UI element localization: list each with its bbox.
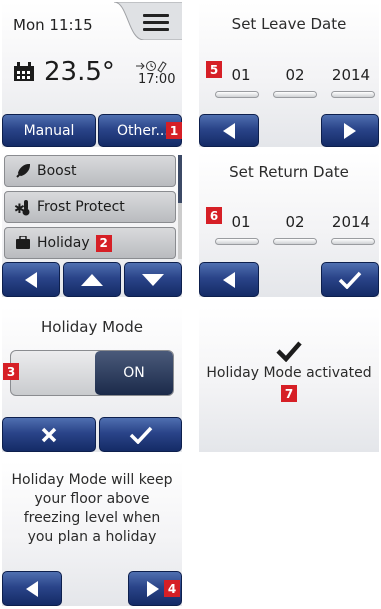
arrow-left-icon <box>26 580 38 597</box>
checkmark-icon <box>129 426 152 444</box>
toggle-state-label: ON <box>123 365 145 381</box>
arrow-left-icon <box>223 122 235 139</box>
menu-screen: Boost ✱ Frost Protect Holiday 2 <box>2 152 182 297</box>
menu-item-holiday[interactable]: Holiday 2 <box>4 227 176 259</box>
month-underline <box>273 91 317 98</box>
screen-title: Holiday Mode <box>40 318 144 336</box>
checkmark-icon <box>276 341 302 362</box>
back-button[interactable] <box>2 262 60 297</box>
toggle-knob: ON <box>95 351 173 395</box>
step-badge-1: 1 <box>166 122 182 139</box>
menu-item-label: Frost Protect <box>37 199 125 215</box>
step-badge-7: 7 <box>281 385 297 402</box>
holiday-toggle[interactable]: ON <box>10 350 174 396</box>
arrow-down-icon <box>142 273 164 286</box>
confirm-button[interactable] <box>321 262 379 297</box>
arrow-up-icon <box>81 273 103 286</box>
frost-icon: ✱ <box>9 198 37 216</box>
screen-title: Set Return Date <box>229 163 349 181</box>
temperature-readout: 23.5° <box>44 57 115 87</box>
close-icon <box>41 427 57 442</box>
confirmation-text: Holiday Mode activated <box>206 365 372 381</box>
holiday-mode-screen: Holiday Mode ON 3 <box>2 307 182 452</box>
other-label: Other... <box>117 122 169 139</box>
menu-item-label: Boost <box>37 163 77 179</box>
scroll-down-button[interactable] <box>124 262 182 297</box>
menu-icon[interactable] <box>143 12 169 32</box>
month-value[interactable]: 02 <box>281 66 309 84</box>
back-button[interactable] <box>2 571 62 606</box>
manual-button[interactable]: Manual <box>2 114 96 147</box>
back-button[interactable] <box>199 262 259 297</box>
step-badge-3: 3 <box>3 363 19 380</box>
day-underline <box>215 91 259 98</box>
menu-item-frost-protect[interactable]: ✱ Frost Protect <box>4 191 176 223</box>
day-underline <box>215 238 259 245</box>
month-value[interactable]: 02 <box>281 213 309 231</box>
back-button[interactable] <box>199 114 259 147</box>
year-value[interactable]: 2014 <box>329 213 373 231</box>
year-value[interactable]: 2014 <box>329 66 373 84</box>
rocket-icon <box>9 163 37 179</box>
scroll-up-button[interactable] <box>63 262 121 297</box>
day-value[interactable]: 01 <box>227 213 255 231</box>
step-badge-6: 6 <box>206 207 222 224</box>
screen-title: Set Leave Date <box>231 15 347 33</box>
return-date-screen: Set Return Date 6 01 02 2014 <box>199 152 379 297</box>
step-badge-4: 4 <box>164 580 180 597</box>
leave-date-screen: Set Leave Date 5 01 02 2014 <box>199 2 379 147</box>
arrow-left-icon <box>223 271 235 288</box>
step-badge-2: 2 <box>95 234 112 252</box>
info-text: Holiday Mode will keep your floor above … <box>11 472 173 545</box>
clock-text: Mon 11:15 <box>13 16 93 34</box>
checkmark-icon <box>338 271 362 289</box>
manual-label: Manual <box>23 122 75 139</box>
menu-item-boost[interactable]: Boost <box>4 155 176 187</box>
arrow-right-icon <box>147 580 159 597</box>
confirmation-screen: Holiday Mode activated 7 <box>199 307 379 452</box>
info-screen: Holiday Mode will keep your floor above … <box>2 461 182 606</box>
day-value[interactable]: 01 <box>227 66 255 84</box>
next-button[interactable] <box>321 114 379 147</box>
calendar-icon <box>13 62 35 86</box>
arrow-left-icon <box>25 271 37 288</box>
home-screen: Mon 11:15 23.5° 17:00 Manual Other... 1 <box>2 2 182 147</box>
year-underline <box>331 91 375 98</box>
step-badge-5: 5 <box>206 61 222 78</box>
month-underline <box>273 238 317 245</box>
confirm-button[interactable] <box>99 417 182 452</box>
menu-item-label: Holiday <box>37 235 90 251</box>
next-event-time: 17:00 <box>138 72 176 87</box>
suitcase-icon <box>9 236 37 250</box>
arrow-right-icon <box>344 122 356 139</box>
menu-scrollbar[interactable] <box>178 155 182 259</box>
year-underline <box>331 238 375 245</box>
cancel-button[interactable] <box>2 417 96 452</box>
